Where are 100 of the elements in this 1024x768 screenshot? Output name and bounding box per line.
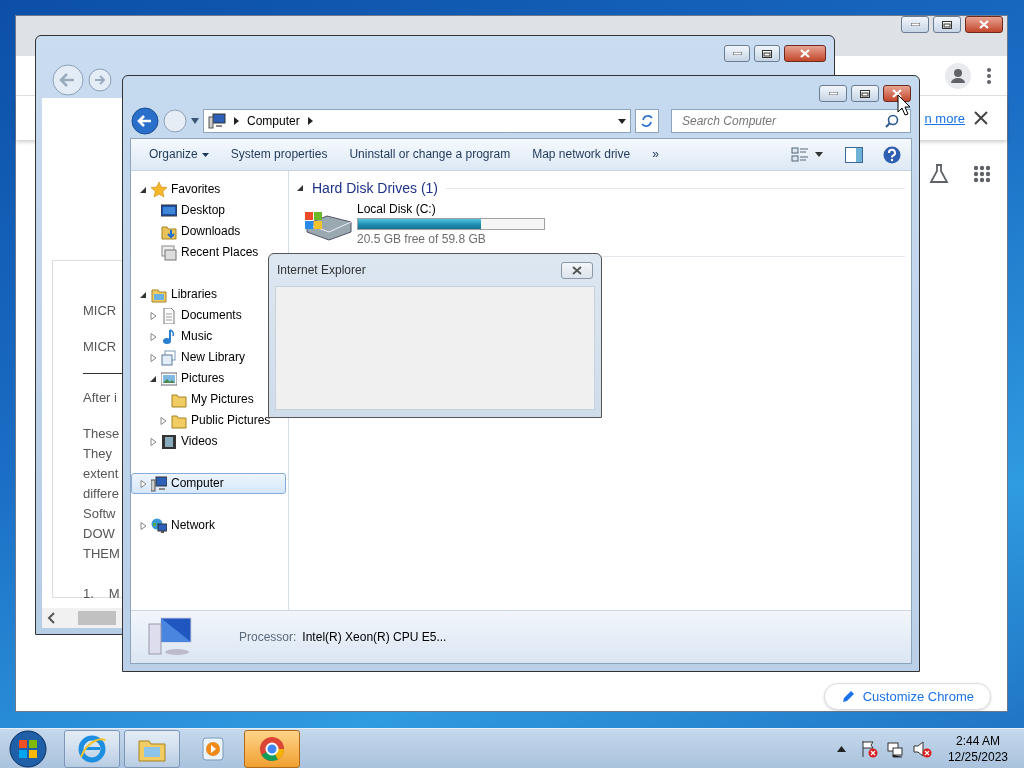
customize-chrome-button[interactable]: Customize Chrome bbox=[823, 683, 991, 710]
recent-places-icon bbox=[161, 244, 177, 261]
free-space-text: 20.5 GB free of 59.8 GB bbox=[357, 232, 486, 246]
toolbar-button[interactable]: Uninstall or change a program bbox=[341, 147, 519, 162]
article-text: extent bbox=[83, 465, 119, 483]
collapse-arrow-icon[interactable] bbox=[297, 184, 304, 192]
expand-arrow-icon[interactable] bbox=[139, 521, 147, 530]
toolbar-button[interactable]: Map network drive bbox=[524, 147, 639, 162]
taskbar-button[interactable] bbox=[244, 729, 300, 768]
help-icon[interactable] bbox=[883, 145, 901, 164]
pencil-icon bbox=[840, 689, 855, 704]
nav-item[interactable]: Public Pictures bbox=[131, 410, 275, 431]
collapse-arrow-icon[interactable] bbox=[149, 374, 157, 383]
nav-item[interactable]: Computer bbox=[131, 473, 286, 494]
collapse-arrow-icon[interactable] bbox=[139, 185, 147, 194]
start-button-icon[interactable] bbox=[8, 728, 48, 768]
nav-item[interactable]: Downloads bbox=[131, 221, 245, 242]
maximize-button[interactable] bbox=[754, 45, 780, 62]
view-options-icon[interactable] bbox=[791, 146, 809, 163]
expand-arrow-icon[interactable] bbox=[149, 311, 157, 320]
taskbar-button[interactable] bbox=[124, 729, 180, 768]
collapse-arrow-icon[interactable] bbox=[139, 290, 147, 299]
article-text: After i bbox=[83, 389, 117, 407]
close-button[interactable] bbox=[561, 261, 593, 279]
volume-muted-icon[interactable] bbox=[911, 739, 932, 758]
maximize-icon bbox=[860, 89, 870, 98]
nav-item[interactable]: Documents bbox=[131, 305, 246, 326]
article-text: MICR bbox=[83, 302, 117, 320]
dropdown-caret-icon[interactable] bbox=[815, 152, 823, 157]
close-button[interactable] bbox=[965, 16, 1003, 33]
preview-pane-icon[interactable] bbox=[845, 146, 863, 163]
article-text: THEM bbox=[83, 545, 120, 563]
folder-icon bbox=[171, 412, 187, 429]
breadcrumb-arrow-icon[interactable] bbox=[234, 117, 239, 125]
expand-arrow-icon[interactable] bbox=[139, 479, 147, 488]
drive-item[interactable]: Local Disk (C:) 20.5 GB free of 59.8 GB bbox=[303, 202, 553, 246]
close-icon bbox=[979, 20, 989, 29]
horizontal-scrollbar[interactable] bbox=[42, 608, 122, 628]
computer-icon bbox=[147, 616, 195, 658]
maximize-button[interactable] bbox=[933, 16, 961, 33]
taskbar-button[interactable] bbox=[64, 729, 120, 768]
nav-item[interactable]: Videos bbox=[131, 431, 222, 452]
desktop-icon bbox=[161, 202, 177, 219]
close-button[interactable] bbox=[784, 45, 826, 62]
nav-item[interactable]: Desktop bbox=[131, 200, 230, 221]
expand-arrow-icon[interactable] bbox=[149, 353, 157, 362]
refresh-icon bbox=[640, 114, 654, 128]
article-text: They bbox=[83, 445, 112, 463]
flask-icon[interactable] bbox=[929, 164, 949, 184]
music-note-icon bbox=[161, 328, 177, 345]
address-bar[interactable]: Computer bbox=[203, 109, 631, 133]
close-icon bbox=[892, 89, 902, 98]
learn-more-link[interactable]: n more bbox=[924, 110, 965, 126]
list-text: M bbox=[108, 585, 120, 603]
search-field[interactable]: Search Computer bbox=[671, 109, 911, 133]
dropdown-caret-icon bbox=[201, 152, 209, 157]
computer-icon bbox=[208, 113, 226, 129]
minimize-button[interactable] bbox=[724, 45, 750, 62]
flag-icon[interactable] bbox=[859, 739, 878, 758]
nav-item[interactable]: Network bbox=[131, 515, 219, 536]
detail-label: Processor: bbox=[239, 629, 297, 645]
scrollbar-thumb[interactable] bbox=[78, 611, 116, 625]
toolbar-button[interactable]: System properties bbox=[222, 147, 336, 162]
close-icon[interactable] bbox=[974, 111, 988, 125]
expand-arrow-icon[interactable] bbox=[149, 332, 157, 341]
download-folder-icon bbox=[161, 223, 177, 240]
expand-arrow-icon[interactable] bbox=[149, 437, 157, 446]
nav-item[interactable]: Pictures bbox=[131, 368, 229, 389]
drive-name: Local Disk (C:) bbox=[357, 202, 436, 216]
refresh-button[interactable] bbox=[635, 109, 659, 133]
more-menu-icon[interactable] bbox=[987, 67, 991, 84]
nav-item[interactable]: Music bbox=[131, 326, 217, 347]
breadcrumb-arrow-icon[interactable] bbox=[307, 117, 313, 125]
expand-arrow-icon[interactable] bbox=[159, 416, 167, 425]
minimize-button[interactable] bbox=[901, 16, 929, 33]
toolbar-button[interactable]: » bbox=[644, 147, 667, 162]
chrome-icon bbox=[258, 734, 286, 763]
nav-item[interactable]: New Library bbox=[131, 347, 250, 368]
show-hidden-icons-arrow-icon[interactable] bbox=[836, 745, 846, 752]
apps-grid-icon[interactable] bbox=[973, 165, 991, 183]
nav-item[interactable]: Favorites bbox=[131, 179, 225, 200]
maximize-button[interactable] bbox=[851, 85, 879, 102]
breadcrumb-item[interactable]: Computer bbox=[247, 113, 300, 129]
nav-item[interactable]: My Pictures bbox=[131, 389, 258, 410]
list-number: 1. bbox=[83, 585, 94, 603]
dialog-title: Internet Explorer bbox=[277, 262, 366, 278]
folder-icon bbox=[171, 391, 187, 408]
toolbar-button[interactable]: Organize bbox=[141, 147, 217, 162]
minimize-icon bbox=[732, 52, 742, 55]
dropdown-caret-icon[interactable] bbox=[618, 118, 626, 124]
profile-icon[interactable] bbox=[945, 62, 971, 89]
network-icon[interactable] bbox=[885, 739, 904, 758]
search-icon[interactable] bbox=[885, 114, 899, 128]
back-button-icon[interactable] bbox=[131, 107, 159, 135]
minimize-button[interactable] bbox=[819, 85, 847, 102]
nav-item[interactable]: Recent Places bbox=[131, 242, 263, 263]
nav-item[interactable]: Libraries bbox=[131, 284, 222, 305]
close-button[interactable] bbox=[883, 85, 911, 102]
clock[interactable]: 2:44 AM 12/25/2023 bbox=[947, 732, 1008, 765]
computer-icon bbox=[151, 475, 167, 492]
